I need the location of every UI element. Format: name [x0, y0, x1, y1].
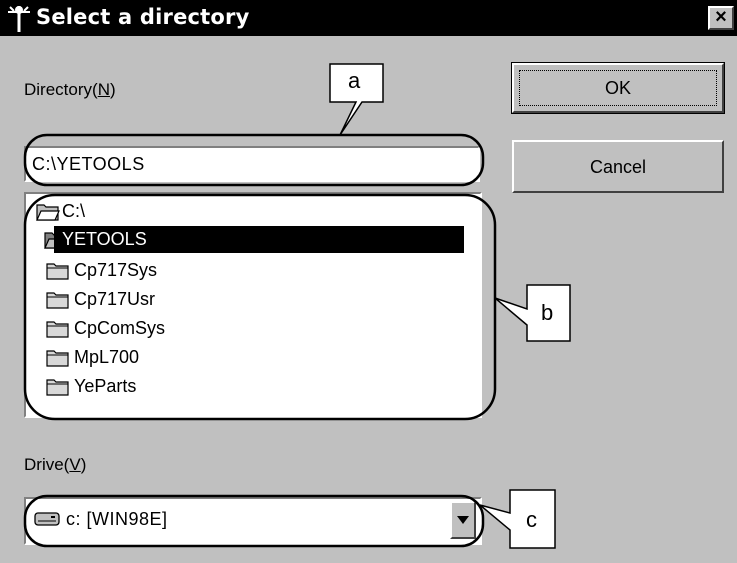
highlight-outline-b	[23, 193, 497, 421]
callout-b-box	[494, 284, 571, 342]
annotation-overlay	[23, 63, 571, 549]
select-directory-dialog: Select a directory × Directory(N) C:\YET…	[0, 0, 737, 563]
callout-b-label: b	[541, 300, 554, 325]
callout-c-label: c	[526, 507, 537, 532]
highlight-outline-c	[23, 494, 485, 548]
highlight-outline-a	[23, 133, 485, 187]
callout-a-label: a	[348, 68, 361, 93]
callout-c-box	[479, 489, 556, 549]
